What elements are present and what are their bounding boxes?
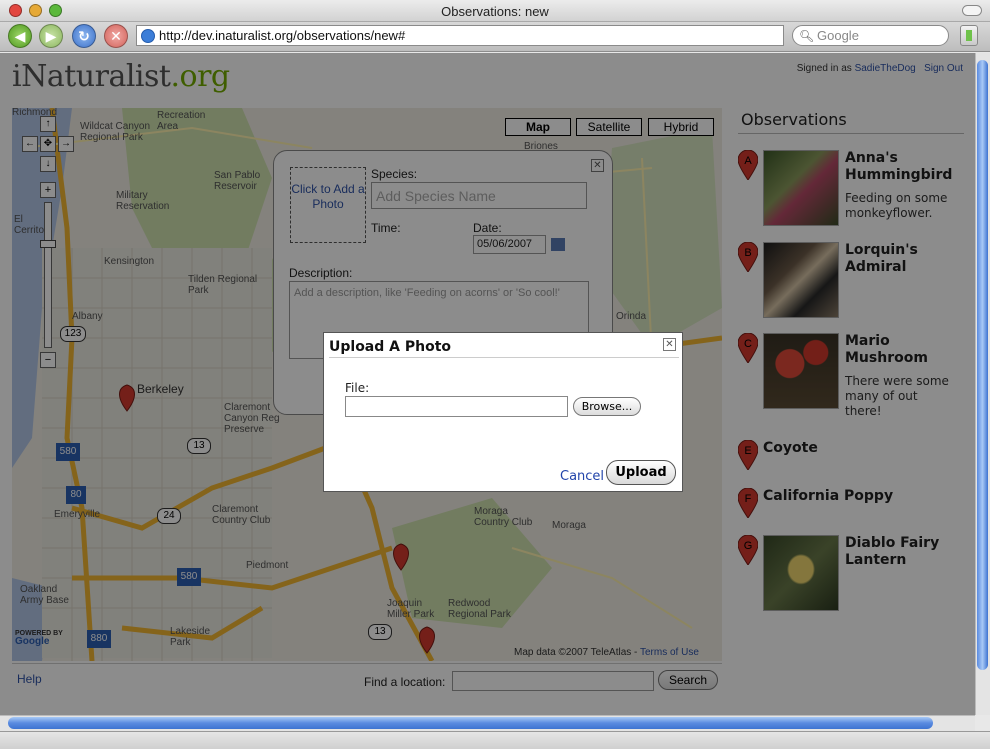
- dialog-divider: [329, 357, 679, 358]
- bookmark-button[interactable]: [960, 25, 978, 46]
- dialog-close-button[interactable]: ✕: [663, 338, 676, 351]
- status-bar: [0, 731, 990, 749]
- back-button[interactable]: ◀: [8, 24, 32, 48]
- browse-button[interactable]: Browse...: [573, 397, 641, 416]
- forward-button[interactable]: ▶: [39, 24, 63, 48]
- file-label: File:: [345, 381, 370, 395]
- bookmark-icon: [966, 30, 972, 41]
- stop-icon: ✕: [110, 27, 122, 44]
- close-icon: ✕: [665, 339, 674, 350]
- window-title: Observations: new: [441, 4, 549, 19]
- toolbar-toggle-button[interactable]: [962, 5, 982, 16]
- search-placeholder: Google: [817, 28, 859, 43]
- dialog-title: Upload A Photo: [329, 339, 452, 355]
- reload-button[interactable]: ↻: [72, 24, 96, 48]
- stop-button[interactable]: ✕: [104, 24, 128, 48]
- reload-icon: ↻: [78, 27, 90, 44]
- url-text: http://dev.inaturalist.org/observations/…: [159, 28, 406, 43]
- cancel-link[interactable]: Cancel: [560, 469, 604, 484]
- address-bar[interactable]: http://dev.inaturalist.org/observations/…: [136, 25, 784, 46]
- forward-arrow-icon: ▶: [45, 27, 57, 44]
- horizontal-scroll-thumb[interactable]: [8, 717, 933, 729]
- window-titlebar: Observations: new: [0, 0, 990, 22]
- upload-button[interactable]: Upload: [606, 460, 676, 485]
- globe-icon: [141, 29, 155, 43]
- vertical-scroll-thumb[interactable]: [977, 60, 988, 670]
- search-icon: 🔍︎: [799, 29, 815, 43]
- browser-toolbar: ◀ ▶ ↻ ✕ http://dev.inaturalist.org/obser…: [0, 22, 990, 52]
- file-path-input[interactable]: [345, 396, 568, 417]
- upload-photo-dialog: Upload A Photo ✕ File: Browse... Cancel …: [323, 332, 683, 492]
- back-arrow-icon: ◀: [14, 27, 26, 44]
- search-field[interactable]: 🔍︎ Google: [792, 25, 949, 46]
